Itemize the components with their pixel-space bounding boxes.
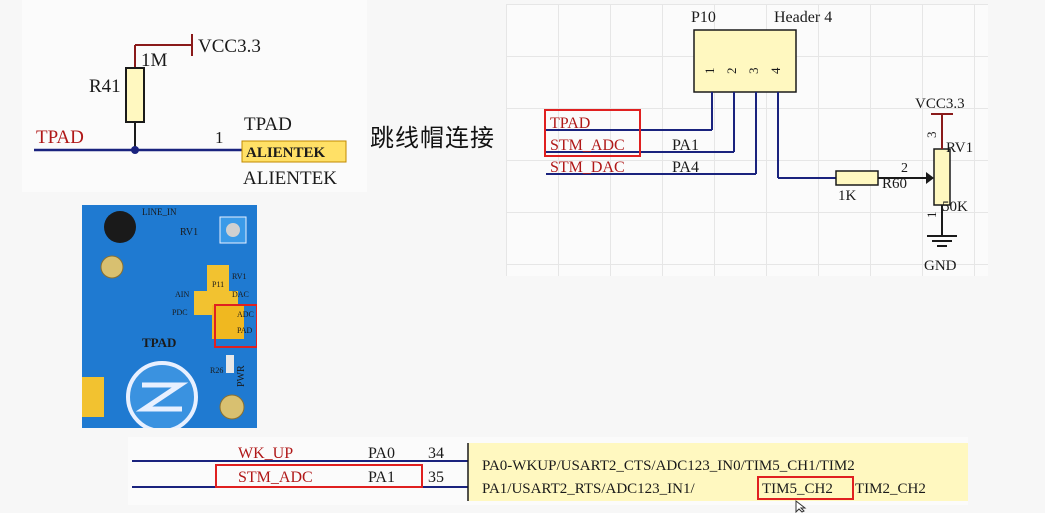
pin-pa0: PA0	[368, 445, 395, 462]
pin-35: 35	[428, 469, 444, 486]
left-schematic: VCC3.3 1M R41 TPAD 1 TPAD ALIENTEK ALIEN…	[22, 0, 367, 192]
label-pwr: PWR	[236, 365, 247, 387]
net-stm-adc-bottom: STM_ADC	[238, 469, 313, 486]
right-schematic: P10 Header 4 1 2 3 4 TPAD STM_ADC STM_DA…	[506, 4, 988, 276]
pot-vcc-label: VCC3.3	[915, 96, 965, 112]
label-rv1: RV1	[180, 227, 198, 238]
board-photo-drawing: LINE_IN RV1 RV1 P11 AIN PDC DAC ADC PAD …	[82, 205, 257, 428]
resistor-r60	[835, 170, 879, 186]
yellow-component	[82, 377, 104, 417]
screw-icon	[100, 255, 124, 279]
mouse-cursor-icon	[795, 499, 807, 513]
header-pin-4: 4	[768, 67, 783, 74]
bottom-schematic-drawing: WK_UP PA0 34 STM_ADC PA1 35 PA0-WKUP/USA…	[132, 443, 968, 501]
jumper-caption: 跳线帽连接	[370, 124, 495, 152]
alientek-logo-text: ALIENTEK	[246, 145, 326, 161]
label-dac: DAC	[232, 290, 249, 299]
connector-name: TPAD	[244, 114, 292, 135]
r60-value: 1K	[838, 188, 857, 204]
pot-value: 50K	[942, 199, 968, 215]
microphone-icon	[104, 211, 136, 243]
potentiometer-rv1	[933, 148, 951, 206]
pin-pa4: PA4	[672, 159, 699, 176]
pot-ref: RV1	[946, 140, 973, 156]
right-schematic-drawing: P10 Header 4 1 2 3 4 TPAD STM_ADC STM_DA…	[544, 9, 973, 274]
screw-icon	[219, 394, 245, 420]
net-stm-adc: STM_ADC	[550, 137, 625, 154]
pot-knob-icon	[226, 223, 240, 237]
label-pad: PAD	[237, 326, 252, 335]
net-label-tpad: TPAD	[36, 127, 84, 148]
resistor-ref-label: R41	[89, 76, 121, 97]
header-pin-1: 1	[702, 68, 717, 75]
resistor-r41	[125, 67, 145, 123]
ground-label: GND	[924, 258, 957, 274]
pot-wiper-arrow	[926, 172, 934, 184]
pin-34: 34	[428, 445, 444, 462]
net-wk-up: WK_UP	[238, 445, 293, 462]
net-stm-dac: STM_DAC	[550, 159, 625, 176]
header-name: Header 4	[774, 9, 832, 26]
label-tpad: TPAD	[142, 335, 176, 350]
net-tpad: TPAD	[550, 115, 590, 132]
label-rv1-pin: RV1	[232, 272, 246, 281]
bottom-schematic: WK_UP PA0 34 STM_ADC PA1 35 PA0-WKUP/USA…	[128, 437, 968, 505]
pot-pin-2: 2	[901, 161, 908, 176]
pin-pa1-bottom: PA1	[368, 469, 395, 486]
label-pdc: PDC	[172, 308, 188, 317]
header-pin-2: 2	[724, 68, 739, 75]
led-icon	[226, 355, 234, 373]
header-ref: P10	[691, 9, 716, 26]
pa0-function: PA0-WKUP/USART2_CTS/ADC123_IN0/TIM5_CH1/…	[482, 458, 855, 474]
tim2-ch2-text: TIM2_CH2	[855, 481, 926, 497]
pot-pin-1: 1	[924, 212, 939, 219]
label-r26: R26	[210, 366, 223, 375]
pin-pa1: PA1	[672, 137, 699, 154]
pin-number: 1	[215, 128, 224, 147]
board-photo: LINE_IN RV1 RV1 P11 AIN PDC DAC ADC PAD …	[82, 205, 257, 428]
label-adc: ADC	[237, 310, 254, 319]
header-pin-3: 3	[746, 68, 761, 75]
tim5-ch2-text: TIM5_CH2	[762, 481, 833, 497]
label-line-in: LINE_IN	[142, 207, 177, 217]
connector-sub-label: ALIENTEK	[243, 168, 337, 189]
label-p11: P11	[212, 280, 224, 289]
header-p10	[693, 29, 797, 93]
label-ain: AIN	[175, 290, 189, 299]
vcc-label: VCC3.3	[198, 36, 261, 57]
left-schematic-drawing: VCC3.3 1M R41 TPAD 1 TPAD ALIENTEK ALIEN…	[34, 34, 347, 189]
pa1-function: PA1/USART2_RTS/ADC123_IN1/	[482, 481, 696, 497]
pot-pin-3: 3	[924, 132, 939, 139]
